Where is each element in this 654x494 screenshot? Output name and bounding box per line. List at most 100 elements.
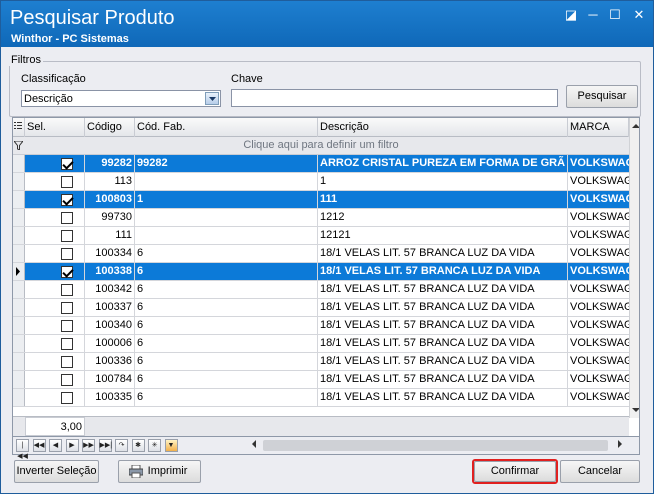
sel-cell[interactable]: [25, 209, 85, 226]
row-checkbox[interactable]: [61, 302, 73, 314]
sel-cell[interactable]: [25, 335, 85, 352]
row-indicator: [13, 389, 25, 406]
row-checkbox[interactable]: [61, 338, 73, 350]
table-row[interactable]: 100342 6 18/1 VELAS LIT. 57 BRANCA LUZ DA …: [13, 281, 629, 299]
descricao-cell: 18/1 VELAS LIT. 57 BRANCA LUZ DA VIDA: [318, 353, 568, 370]
nav-filter-button[interactable]: ▼: [164, 439, 178, 452]
col-cod-fab[interactable]: Cód. Fab.: [135, 118, 318, 137]
col-sel[interactable]: Sel.: [25, 118, 85, 137]
scroll-down-icon[interactable]: [632, 404, 639, 412]
scroll-left-icon[interactable]: [247, 438, 261, 452]
nav-first-button[interactable]: |◀◀: [16, 439, 29, 460]
vertical-scrollbar[interactable]: [629, 118, 639, 418]
sel-cell[interactable]: [25, 191, 85, 208]
sel-cell[interactable]: [25, 389, 85, 406]
marca-cell: VOLKSWAG: [570, 193, 629, 205]
nav-last-button[interactable]: ▶▶|: [98, 439, 112, 452]
cancelar-button[interactable]: Cancelar: [560, 460, 640, 483]
chave-input[interactable]: [231, 89, 558, 107]
pesquisar-produto-window: Pesquisar Produto Winthor - PC Sistemas …: [0, 0, 654, 494]
table-row[interactable]: 100340 6 18/1 VELAS LIT. 57 BRANCA LUZ DA …: [13, 317, 629, 335]
nav-prev-button[interactable]: ◀: [49, 439, 62, 452]
column-chooser-icon[interactable]: [13, 118, 25, 137]
nav-next-page-button[interactable]: ▶▶: [82, 439, 95, 452]
row-checkbox[interactable]: [61, 212, 73, 224]
horizontal-scroll-thumb[interactable]: [263, 440, 608, 451]
descricao-cell: 18/1 VELAS LIT. 57 BRANCA LUZ DA VIDA: [318, 389, 568, 406]
row-checkbox[interactable]: [61, 248, 73, 260]
sel-cell[interactable]: [25, 317, 85, 334]
nav-refresh-button[interactable]: ↷: [115, 439, 128, 452]
sel-cell[interactable]: [25, 371, 85, 388]
sel-cell[interactable]: [25, 299, 85, 316]
help-icon[interactable]: ◪: [563, 8, 579, 22]
descricao-cell: 18/1 VELAS LIT. 57 BRANCA LUZ DA VIDA: [318, 335, 568, 352]
row-checkbox[interactable]: [61, 230, 73, 242]
sel-cell[interactable]: [25, 173, 85, 190]
codigo-cell: 100784: [85, 371, 135, 388]
row-checkbox[interactable]: [61, 320, 73, 332]
codigo-cell: 111: [85, 227, 135, 244]
row-checkbox[interactable]: [61, 284, 73, 296]
nav-insert-button[interactable]: ✱: [131, 439, 145, 452]
sel-cell[interactable]: [25, 353, 85, 370]
nav-delete-button[interactable]: ✳: [148, 439, 161, 452]
sel-cell[interactable]: [25, 155, 85, 172]
close-button[interactable]: ✕: [631, 8, 647, 22]
chevron-down-icon[interactable]: [205, 92, 219, 105]
table-row[interactable]: 100006 6 18/1 VELAS LIT. 57 BRANCA LUZ DA …: [13, 335, 629, 353]
product-grid[interactable]: Sel. Código Cód. Fab. Descrição MARCA Cl…: [12, 117, 640, 437]
table-row[interactable]: 99730 1212VOLKSWAGI: [13, 209, 629, 227]
confirmar-button[interactable]: Confirmar: [474, 461, 556, 482]
row-indicator: [13, 227, 25, 244]
codigo-cell: 100334: [85, 245, 135, 262]
scroll-up-icon[interactable]: [632, 120, 639, 128]
col-codigo[interactable]: Código: [85, 118, 135, 137]
row-indicator: [13, 209, 25, 226]
title-bar[interactable]: Pesquisar Produto Winthor - PC Sistemas …: [1, 1, 653, 47]
table-row[interactable]: 113 1VOLKSWAGI: [13, 173, 629, 191]
table-row[interactable]: 100337 6 18/1 VELAS LIT. 57 BRANCA LUZ DA …: [13, 299, 629, 317]
filter-hint: Clique aqui para definir um filtro: [243, 139, 399, 151]
grid-header: Sel. Código Cód. Fab. Descrição MARCA: [13, 118, 629, 137]
sel-cell[interactable]: [25, 227, 85, 244]
row-checkbox[interactable]: [61, 194, 73, 206]
table-row[interactable]: 100338 6 18/1 VELAS LIT. 57 BRANCA LUZ DA …: [13, 263, 629, 281]
table-row[interactable]: 99282 99282 ARROZ CRISTAL PUREZA EM FORMA …: [13, 155, 629, 173]
row-checkbox[interactable]: [61, 176, 73, 188]
col-marca[interactable]: MARCA: [568, 118, 629, 137]
sel-cell[interactable]: [25, 263, 85, 280]
scroll-right-icon[interactable]: [613, 438, 627, 452]
codigo-cell: 113: [85, 173, 135, 190]
row-checkbox[interactable]: [61, 356, 73, 368]
row-indicator: [13, 371, 25, 388]
filter-icon: [13, 137, 25, 156]
nav-next-button[interactable]: ▶: [65, 439, 79, 452]
sel-cell[interactable]: [25, 281, 85, 298]
pesquisar-button[interactable]: Pesquisar: [566, 85, 638, 108]
inverter-selecao-button[interactable]: Inverter Seleção: [14, 460, 99, 483]
row-indicator: [13, 335, 25, 352]
cod-fab-cell: 6: [135, 263, 318, 280]
table-row[interactable]: 100335 6 18/1 VELAS LIT. 57 BRANCA LUZ DA …: [13, 389, 629, 407]
maximize-button[interactable]: ☐: [607, 8, 623, 22]
sel-cell[interactable]: [25, 245, 85, 262]
row-checkbox[interactable]: [61, 266, 73, 278]
cod-fab-cell: [135, 209, 318, 226]
imprimir-button[interactable]: Imprimir: [118, 460, 201, 483]
classificacao-select[interactable]: Descrição: [21, 90, 221, 107]
table-row[interactable]: 100803 1 111 VOLKSWAG: [13, 191, 629, 209]
minimize-button[interactable]: ─: [585, 8, 601, 22]
col-descricao[interactable]: Descrição: [318, 118, 568, 137]
nav-prev-page-button[interactable]: ◀◀: [32, 439, 46, 452]
row-checkbox[interactable]: [61, 374, 73, 386]
row-checkbox[interactable]: [61, 158, 73, 170]
table-row[interactable]: 111 12121VOLKSWAGI: [13, 227, 629, 245]
row-checkbox[interactable]: [61, 392, 73, 404]
table-row[interactable]: 100334 6 18/1 VELAS LIT. 57 BRANCA LUZ DA …: [13, 245, 629, 263]
cod-fab-cell: 6: [135, 299, 318, 316]
filter-row[interactable]: Clique aqui para definir um filtro: [13, 137, 629, 155]
table-row[interactable]: 100336 6 18/1 VELAS LIT. 57 BRANCA LUZ DA …: [13, 353, 629, 371]
cod-fab-cell: 6: [135, 371, 318, 388]
table-row[interactable]: 100784 6 18/1 VELAS LIT. 57 BRANCA LUZ DA …: [13, 371, 629, 389]
